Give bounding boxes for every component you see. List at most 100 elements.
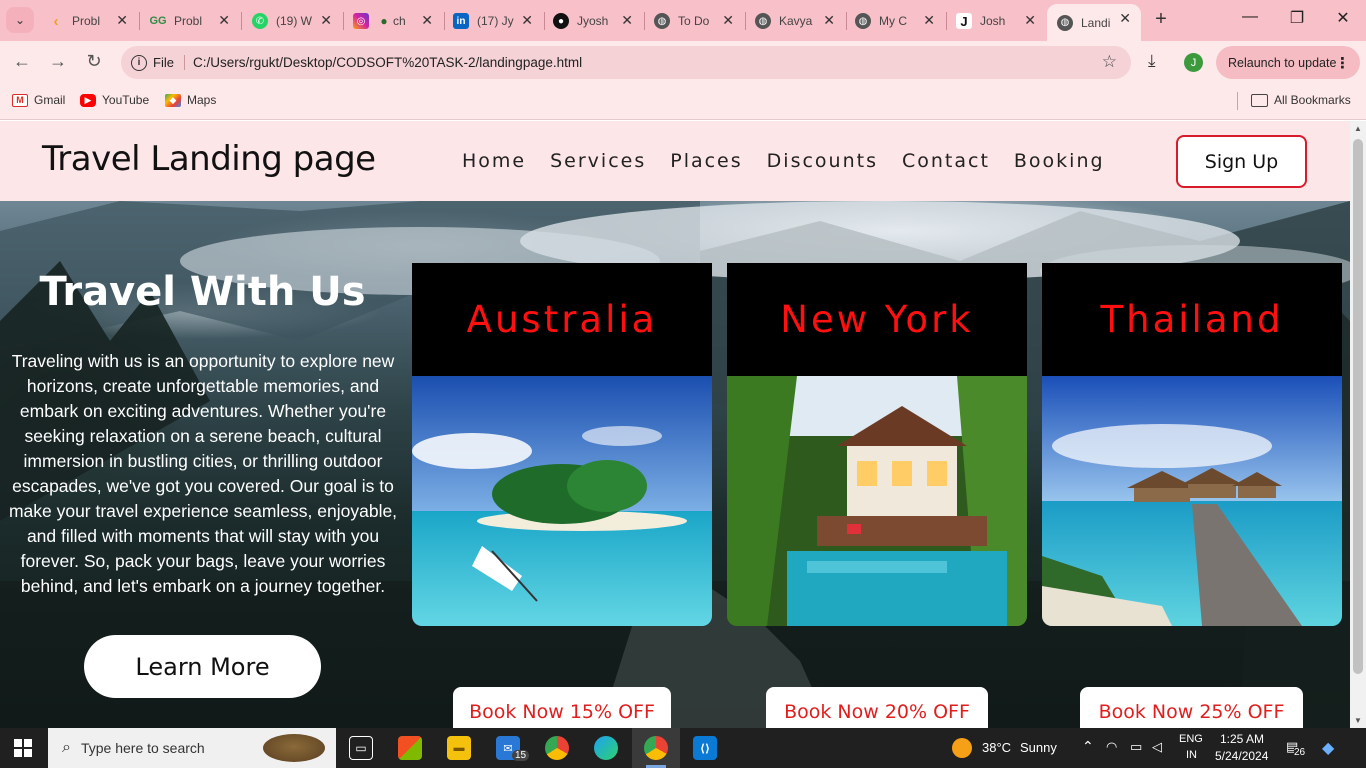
close-icon[interactable]: ✕ — [1119, 10, 1131, 27]
back-button[interactable]: ← — [10, 51, 34, 72]
lang-secondary[interactable]: IN — [1186, 749, 1197, 761]
close-icon[interactable]: ✕ — [823, 12, 835, 29]
page-scrollbar[interactable]: ▲ ▼ — [1350, 121, 1366, 728]
globe-icon: ◍ — [1057, 14, 1073, 31]
bookmark-maps[interactable]: ◆ Maps — [165, 93, 216, 107]
close-icon[interactable]: ✕ — [421, 12, 433, 29]
scroll-up-icon[interactable]: ▲ — [1354, 124, 1362, 133]
tab-josh[interactable]: J Josh ✕ — [946, 6, 1046, 36]
nav-booking[interactable]: Booking — [1014, 150, 1105, 172]
address-bar[interactable]: i File C:/Users/rgukt/Desktop/CODSOFT%20… — [121, 46, 1131, 79]
taskbar-search-box[interactable]: ⌕ Type here to search — [48, 728, 336, 768]
tab-kavya[interactable]: ◍ Kavya ✕ — [745, 6, 845, 36]
tab-landing-page[interactable]: ◍ Landi ✕ — [1047, 4, 1141, 41]
restore-button[interactable]: ❐ — [1287, 8, 1307, 28]
signup-button[interactable]: Sign Up — [1176, 135, 1307, 188]
new-tab-button[interactable]: + — [1150, 8, 1172, 31]
close-window-button[interactable]: ✕ — [1333, 8, 1353, 28]
close-icon[interactable]: ✕ — [116, 12, 128, 29]
weather-sun-icon[interactable] — [952, 738, 972, 758]
close-icon[interactable]: ✕ — [923, 12, 935, 29]
chrome-icon[interactable] — [644, 736, 668, 760]
nav-contact[interactable]: Contact — [902, 150, 990, 172]
site-header: Travel Landing page Home Services Places… — [0, 121, 1350, 201]
reload-button[interactable]: ↻ — [82, 51, 106, 72]
nav-home[interactable]: Home — [462, 150, 526, 172]
tab-linkedin[interactable]: in (17) Jy ✕ — [443, 6, 543, 36]
book-thailand-button[interactable]: Book Now 25% OFF — [1080, 687, 1303, 728]
chrome-icon[interactable] — [545, 736, 569, 760]
mail-badge: 15 — [512, 750, 530, 761]
gmail-icon: M — [12, 93, 28, 107]
book-australia-button[interactable]: Book Now 15% OFF — [453, 687, 671, 728]
book-new-york-button[interactable]: Book Now 20% OFF — [766, 687, 988, 728]
clock-time[interactable]: 1:25 AM — [1220, 732, 1264, 746]
download-icon[interactable]: ⤓ — [1148, 51, 1156, 71]
url-text[interactable]: C:/Users/rgukt/Desktop/CODSOFT%20TASK-2/… — [193, 55, 582, 70]
tab-title: My C — [879, 14, 907, 28]
task-view-icon[interactable]: ▭ — [349, 736, 373, 760]
close-icon[interactable]: ✕ — [1024, 12, 1036, 29]
scheme-label: File — [153, 55, 185, 70]
turtle-icon: ● — [380, 14, 388, 28]
clock-date[interactable]: 5/24/2024 — [1215, 749, 1268, 763]
thailand-bungalows-image — [1042, 376, 1342, 626]
scrollbar-thumb[interactable] — [1353, 139, 1363, 674]
edge-icon[interactable] — [594, 736, 618, 760]
tab-myc[interactable]: ◍ My C ✕ — [845, 6, 945, 36]
info-icon[interactable]: i — [131, 54, 147, 71]
wifi-icon[interactable]: ◠ — [1106, 739, 1117, 755]
bookmark-youtube[interactable]: ▶ YouTube — [80, 93, 149, 107]
vscode-icon[interactable]: ⟨⟩ — [693, 736, 717, 760]
store-icon[interactable] — [398, 736, 422, 760]
minimize-button[interactable]: — — [1240, 8, 1260, 26]
all-bookmarks-label: All Bookmarks — [1274, 93, 1351, 107]
tab-github[interactable]: ● Jyosh ✕ — [543, 6, 643, 36]
tab-leetcode[interactable]: ‹ Probl ✕ — [38, 6, 138, 36]
profile-avatar[interactable]: J — [1184, 53, 1203, 72]
lang-primary[interactable]: ENG — [1179, 733, 1203, 745]
hero-section: Travel With Us Traveling with us is an o… — [0, 201, 1350, 728]
tab-bar: ⌄ ‹ Probl ✕ GG Probl ✕ ✆ (19) W ✕ ◎ ● ch… — [0, 0, 1366, 41]
search-icon: ⌕ — [62, 739, 71, 756]
close-icon[interactable]: ✕ — [320, 12, 332, 29]
tab-instagram[interactable]: ◎ ● ch ✕ — [343, 6, 443, 36]
bookmark-label: Maps — [187, 93, 217, 107]
hero-description: Traveling with us is an opportunity to e… — [8, 351, 398, 596]
close-icon[interactable]: ✕ — [722, 12, 734, 29]
weather-temp[interactable]: 38°C — [982, 740, 1011, 755]
tab-search-button[interactable]: ⌄ — [6, 7, 34, 33]
chevron-up-icon[interactable]: ⌃ — [1082, 738, 1094, 755]
battery-icon[interactable]: ▭ — [1130, 739, 1142, 755]
weather-condition[interactable]: Sunny — [1020, 740, 1057, 755]
bookmark-gmail[interactable]: M Gmail — [12, 93, 65, 107]
tab-title: Josh — [980, 14, 1006, 28]
forward-button[interactable]: → — [46, 51, 70, 72]
destination-card-new-york: New York — [727, 263, 1027, 626]
copilot-icon[interactable]: ◆ — [1322, 738, 1334, 758]
volume-icon[interactable]: ◁ — [1152, 739, 1162, 755]
tab-gfg[interactable]: GG Probl ✕ — [140, 6, 240, 36]
j-icon: J — [956, 13, 972, 29]
australia-island-image — [412, 376, 712, 626]
file-explorer-icon[interactable]: ▬ — [447, 736, 471, 760]
nav-services[interactable]: Services — [550, 150, 646, 172]
instagram-icon: ◎ — [353, 13, 369, 29]
windows-start-icon[interactable] — [14, 739, 32, 757]
turtle-icon — [263, 734, 325, 762]
close-icon[interactable]: ✕ — [521, 12, 533, 29]
tab-todo[interactable]: ◍ To Do ✕ — [644, 6, 744, 36]
learn-more-button[interactable]: Learn More — [84, 635, 321, 698]
scroll-down-icon[interactable]: ▼ — [1354, 716, 1362, 725]
folder-icon — [1251, 93, 1268, 107]
close-icon[interactable]: ✕ — [621, 12, 633, 29]
close-icon[interactable]: ✕ — [218, 12, 230, 29]
relaunch-button[interactable]: Relaunch to update ⋮ — [1216, 46, 1360, 79]
destination-title: Thailand — [1042, 263, 1342, 376]
nav-discounts[interactable]: Discounts — [767, 150, 878, 172]
tab-whatsapp[interactable]: ✆ (19) W ✕ — [242, 6, 342, 36]
menu-dots-icon[interactable]: ⋮ — [1335, 54, 1350, 72]
star-icon[interactable]: ☆ — [1102, 52, 1117, 72]
all-bookmarks-button[interactable]: All Bookmarks — [1251, 93, 1351, 107]
nav-places[interactable]: Places — [670, 150, 742, 172]
